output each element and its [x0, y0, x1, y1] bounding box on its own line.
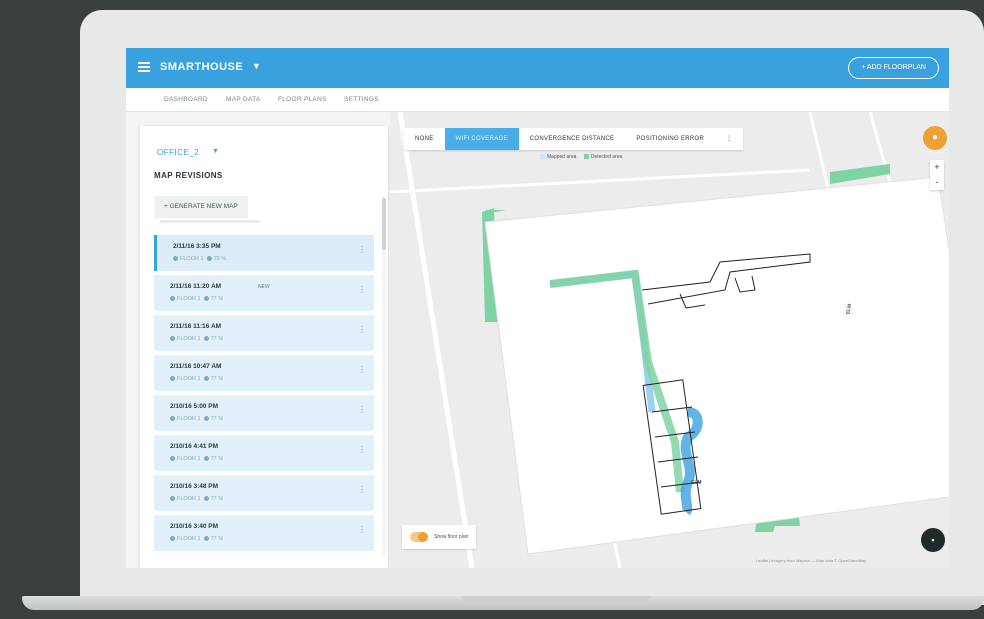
- revision-time: 2/11/16 11:20 AM: [170, 283, 222, 290]
- more-vertical-icon[interactable]: ⋮: [358, 285, 366, 294]
- scrollbar-thumb[interactable]: [382, 198, 386, 250]
- revision-item[interactable]: 2/11/16 11:16 AM FLOOR 1 77 % ⋮: [154, 315, 374, 351]
- zoom-control: + -: [930, 160, 944, 190]
- nav-settings[interactable]: SETTINGS: [344, 96, 379, 103]
- floor-icon: [170, 536, 175, 542]
- chat-icon[interactable]: ▪: [921, 528, 945, 552]
- legend-detected: Detected area: [590, 154, 623, 160]
- show-floorplan-label: Show floor plan: [434, 534, 469, 540]
- revision-item[interactable]: 2/10/16 3:48 PM FLOOR 1 77 % ⋮: [154, 475, 374, 511]
- app-title[interactable]: SMARTHOUSE: [160, 61, 243, 73]
- revision-meta: FLOOR 1 77 %: [170, 536, 223, 542]
- show-floorplan-toggle[interactable]: Show floor plan: [402, 525, 477, 549]
- revision-time: 2/11/16 3:35 PM: [173, 243, 221, 250]
- coverage-icon: [203, 296, 209, 302]
- revision-item[interactable]: 2/10/16 5:00 PM FLOOR 1 77 % ⋮: [154, 395, 374, 431]
- map-canvas: [390, 112, 949, 568]
- revision-meta: FLOOR 1 79 %: [173, 256, 226, 262]
- floor-icon: [170, 496, 175, 502]
- revision-time: 2/10/16 5:00 PM: [170, 403, 219, 410]
- revision-time: 2/11/16 10:47 AM: [170, 363, 222, 370]
- revision-list: 2/11/16 3:35 PM FLOOR 1 79 % ⋮ 2/11/16 1…: [154, 235, 374, 555]
- revision-time: 2/10/16 3:40 PM: [170, 523, 219, 530]
- revision-item[interactable]: 2/11/16 3:35 PM FLOOR 1 79 % ⋮: [154, 235, 374, 271]
- revision-item[interactable]: 2/11/16 11:20 AM NEW FLOOR 1 77 % ⋮: [154, 275, 374, 311]
- panel-title: MAP REVISIONS: [154, 171, 223, 180]
- street: [397, 112, 475, 568]
- floor-icon: [170, 296, 175, 302]
- more-vertical-icon[interactable]: ⋮: [358, 245, 366, 254]
- floor-icon: [170, 456, 175, 462]
- revision-tag: NEW: [258, 284, 270, 290]
- tab-none[interactable]: NONE: [404, 128, 445, 150]
- revision-time: 2/10/16 4:41 PM: [170, 443, 219, 450]
- chevron-down-icon[interactable]: ▼: [212, 148, 219, 155]
- office-selector[interactable]: OFFICE_2: [157, 148, 199, 157]
- sub-navigation: DASHBOARD MAP DATA FLOOR PLANS SETTINGS: [126, 88, 949, 112]
- add-floorplan-button[interactable]: + ADD FLOORPLAN: [848, 57, 939, 79]
- revisions-panel: OFFICE_2 ▼ MAP REVISIONS + GENERATE NEW …: [140, 126, 388, 568]
- revision-time: 2/11/16 11:16 AM: [170, 323, 222, 330]
- more-vertical-icon[interactable]: ⋮: [358, 445, 366, 454]
- more-vertical-icon[interactable]: ⋮: [715, 128, 743, 150]
- revision-meta: FLOOR 1 77 %: [170, 336, 223, 342]
- coverage-icon: [203, 496, 209, 502]
- map-view[interactable]: [390, 112, 949, 568]
- revision-meta: FLOOR 1 77 %: [170, 416, 223, 422]
- map-legend: Mapped area Detected area: [534, 154, 622, 160]
- coverage-icon: [203, 376, 209, 382]
- tab-positioning-error[interactable]: POSITIONING ERROR: [625, 128, 715, 150]
- generate-map-button[interactable]: + GENERATE NEW MAP: [154, 196, 248, 218]
- scrollbar-track[interactable]: [382, 196, 386, 556]
- app-header: SMARTHOUSE ▼ + ADD FLOORPLAN: [126, 48, 949, 88]
- floor-icon: [170, 376, 175, 382]
- more-vertical-icon[interactable]: ⋮: [358, 365, 366, 374]
- more-vertical-icon[interactable]: ⋮: [358, 405, 366, 414]
- nav-dashboard[interactable]: DASHBOARD: [164, 96, 208, 103]
- more-vertical-icon[interactable]: ⋮: [358, 325, 366, 334]
- floor-icon: [170, 416, 175, 422]
- more-vertical-icon[interactable]: ⋮: [358, 525, 366, 534]
- revision-meta: FLOOR 1 77 %: [170, 496, 223, 502]
- revision-meta: FLOOR 1 77 %: [170, 376, 223, 382]
- app-screen: SMARTHOUSE ▼ + ADD FLOORPLAN DASHBOARD M…: [126, 48, 949, 568]
- street: [390, 168, 811, 194]
- more-vertical-icon[interactable]: ⋮: [358, 485, 366, 494]
- laptop-notch: [462, 596, 652, 601]
- revision-meta: FLOOR 1 77 %: [170, 456, 223, 462]
- coverage-area: [485, 210, 506, 212]
- revision-item[interactable]: 2/10/16 3:40 PM FLOOR 1 77 % ⋮: [154, 515, 374, 551]
- revision-item[interactable]: 2/11/16 10:47 AM FLOOR 1 77 % ⋮: [154, 355, 374, 391]
- revision-time: 2/10/16 3:48 PM: [170, 483, 219, 490]
- legend-mapped: Mapped area: [547, 154, 577, 160]
- coverage-icon: [203, 336, 209, 342]
- location-pin-icon[interactable]: ●: [923, 126, 947, 150]
- floorplan-sheet: [484, 176, 949, 555]
- zoom-in-button[interactable]: +: [930, 160, 944, 175]
- map-layer-tabs: NONE WIFI COVERAGE CONVERGENCE DISTANCE …: [404, 128, 744, 150]
- chevron-down-icon[interactable]: ▼: [252, 61, 261, 71]
- nav-floor-plans[interactable]: FLOOR PLANS: [278, 96, 327, 103]
- coverage-icon: [206, 256, 212, 262]
- coverage-area: [830, 164, 890, 184]
- laptop-base: [22, 596, 984, 610]
- coverage-icon: [203, 456, 209, 462]
- tab-wifi-coverage[interactable]: WIFI COVERAGE: [444, 128, 519, 150]
- floor-icon: [170, 336, 175, 342]
- floor-icon: [173, 256, 178, 262]
- menu-icon[interactable]: [138, 62, 150, 72]
- coverage-icon: [203, 416, 209, 422]
- revision-item[interactable]: 2/10/16 4:41 PM FLOOR 1 77 % ⋮: [154, 435, 374, 471]
- zoom-out-button[interactable]: -: [930, 175, 944, 190]
- legend-swatch: [540, 154, 545, 160]
- legend-swatch: [583, 154, 589, 160]
- coverage-icon: [203, 536, 209, 542]
- revision-meta: FLOOR 1 77 %: [170, 296, 223, 302]
- nav-map-data[interactable]: MAP DATA: [226, 96, 261, 103]
- street-label: ELM: [691, 480, 702, 486]
- button-underline: [160, 220, 260, 223]
- map-attribution[interactable]: Leaflet | Imagery from Mapbox — Map data…: [756, 558, 866, 563]
- tab-convergence-distance[interactable]: CONVERGENCE DISTANCE: [519, 128, 626, 150]
- toggle-switch[interactable]: [410, 531, 428, 542]
